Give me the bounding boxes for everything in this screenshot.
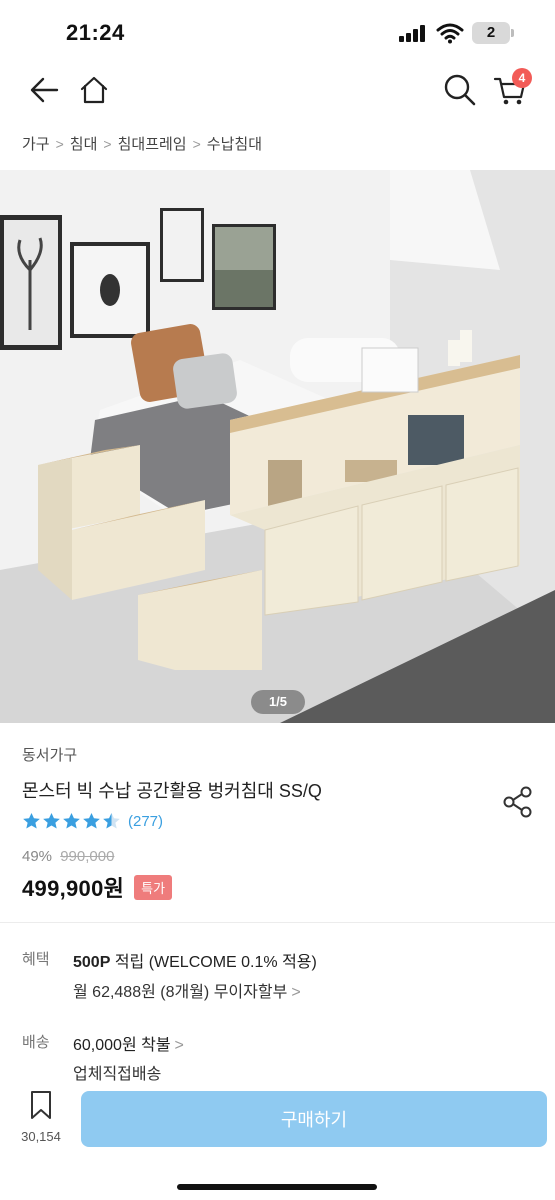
- breadcrumb-item[interactable]: 수납침대: [207, 133, 262, 154]
- shipping-fee-link[interactable]: 60,000원 착불 >: [73, 1031, 184, 1055]
- divider: [0, 922, 555, 923]
- installment-text: 월 62,488원 (8개월) 무이자할부: [73, 984, 288, 1001]
- chevron-right-icon: >: [291, 984, 301, 1001]
- chevron-right-icon: >: [174, 1037, 184, 1054]
- breadcrumb-item[interactable]: 침대프레임: [118, 133, 187, 154]
- benefit-label: 혜택: [22, 951, 50, 968]
- wishlist-button[interactable]: 30,154: [14, 1090, 68, 1150]
- breadcrumb-separator: >: [55, 135, 64, 152]
- breadcrumb-item[interactable]: 가구: [22, 133, 50, 154]
- star-icon: [83, 812, 100, 829]
- bookmark-icon: [31, 1091, 51, 1119]
- status-time: 21:24: [66, 20, 125, 45]
- product-title: 몬스터 빅 수납 공간활용 벙커침대 SS/Q: [22, 781, 322, 801]
- discount-row: 49% 990,000: [22, 848, 114, 865]
- battery-indicator: 2: [472, 22, 514, 44]
- home-icon[interactable]: [74, 70, 114, 110]
- half-star-icon: [103, 812, 120, 829]
- image-counter: 1/5: [251, 690, 305, 714]
- star-rating: [22, 812, 122, 830]
- special-deal-badge: 특가: [134, 874, 173, 900]
- home-indicator: [177, 1184, 377, 1190]
- star-icon: [43, 812, 60, 829]
- app-header: [0, 62, 555, 118]
- wishlist-count: 30,154: [21, 1129, 61, 1144]
- breadcrumb-item[interactable]: 침대: [70, 133, 98, 154]
- star-icon: [63, 812, 80, 829]
- product-image[interactable]: [0, 170, 555, 723]
- star-icon: [23, 812, 40, 829]
- signal-icon: [399, 24, 429, 42]
- breadcrumb-separator: >: [103, 135, 112, 152]
- breadcrumb: 가구 > 침대 > 침대프레임 > 수납침대: [22, 133, 262, 154]
- wifi-icon: [436, 22, 464, 44]
- original-price: 990,000: [60, 848, 115, 865]
- shipping-method: 업체직접배송: [73, 1066, 162, 1083]
- points-benefit: 500P 적립 (WELCOME 0.1% 적용): [73, 948, 317, 972]
- back-arrow-icon[interactable]: [24, 72, 64, 108]
- points-amount: 500P: [73, 954, 111, 971]
- shipping-fee-text: 60,000원 착불: [73, 1037, 171, 1054]
- rating: (277): [22, 812, 163, 830]
- cart-count-badge: 4: [512, 68, 532, 88]
- price-row: 499,900원 특가: [22, 871, 173, 903]
- status-bar: 21:24 2: [0, 0, 555, 62]
- sale-price: 499,900원: [22, 876, 125, 901]
- search-icon[interactable]: [440, 70, 480, 110]
- breadcrumb-separator: >: [192, 135, 201, 152]
- discount-rate: 49%: [22, 848, 53, 865]
- share-icon[interactable]: [500, 784, 536, 820]
- shipping-label: 배송: [22, 1034, 50, 1051]
- review-count-link[interactable]: (277): [128, 813, 163, 830]
- brand-name[interactable]: 동서가구: [22, 744, 77, 765]
- buy-button[interactable]: 구매하기: [81, 1091, 547, 1147]
- points-detail: 적립 (WELCOME 0.1% 적용): [110, 954, 317, 971]
- installment-link[interactable]: 월 62,488원 (8개월) 무이자할부 >: [73, 978, 301, 1002]
